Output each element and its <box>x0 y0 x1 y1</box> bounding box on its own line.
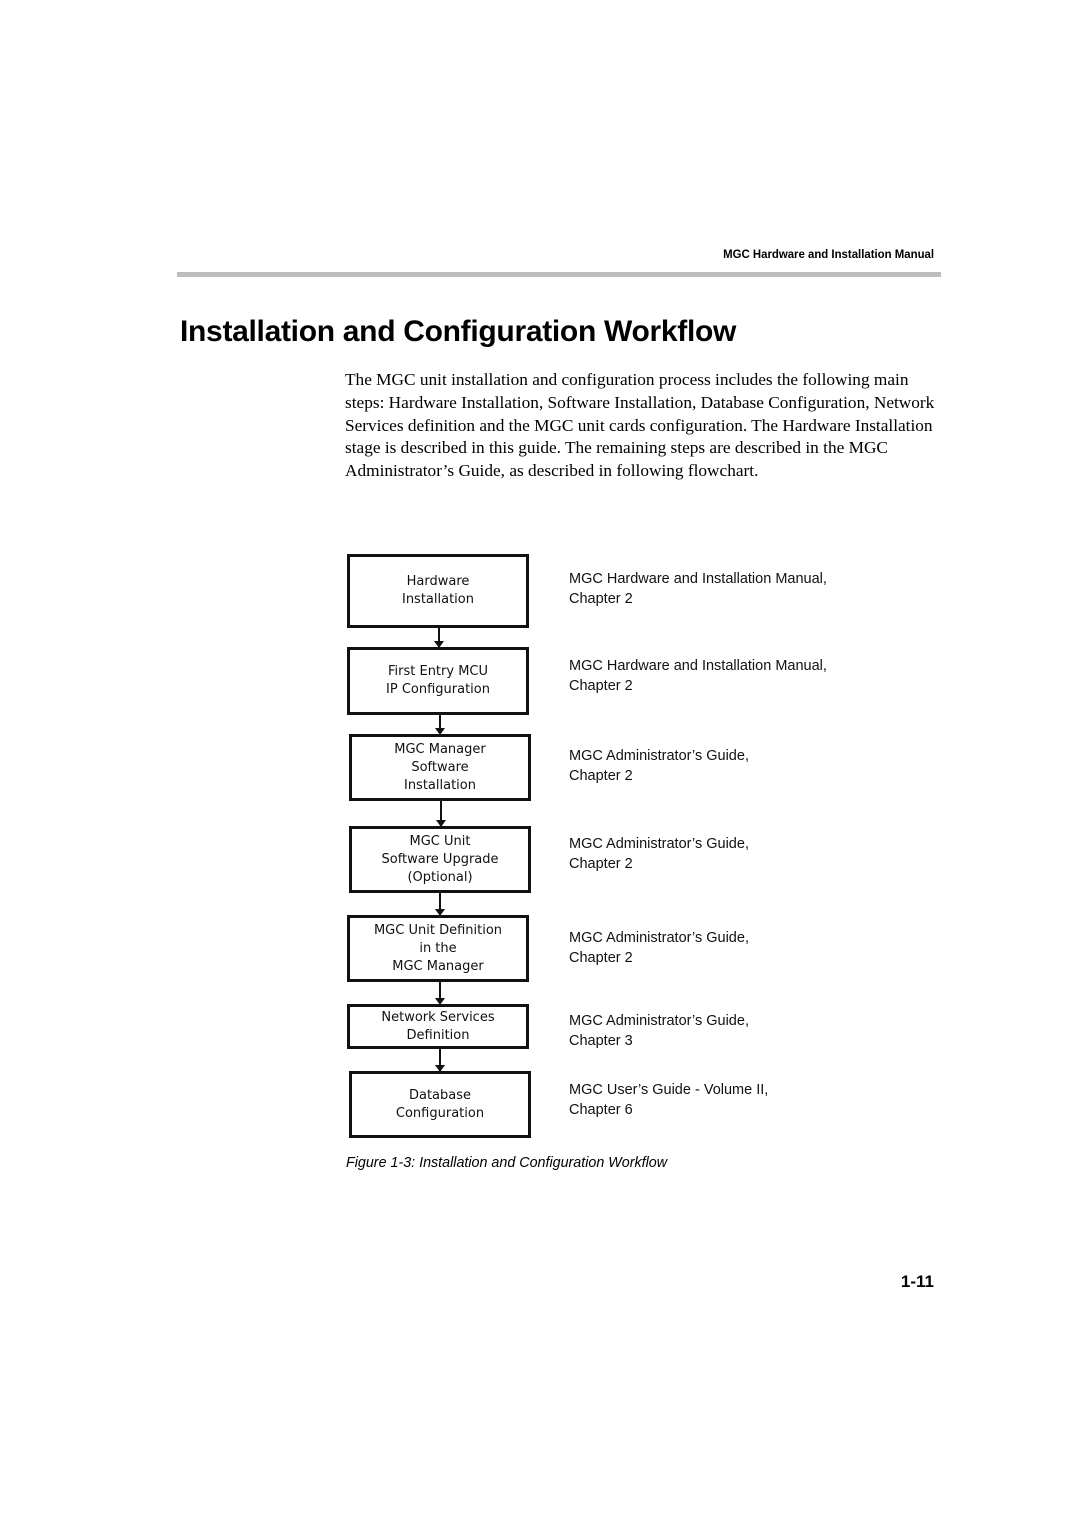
header-rule <box>177 272 941 277</box>
reference-doc: MGC Administrator’s Guide, <box>569 1013 749 1029</box>
step-reference: MGC Administrator’s Guide, Chapter 2 <box>569 928 749 968</box>
figure-caption: Figure 1-3: Installation and Configurati… <box>346 1155 668 1171</box>
flow-arrow <box>435 1049 445 1072</box>
reference-chapter: Chapter 6 <box>569 1102 633 1118</box>
reference-doc: MGC Administrator’s Guide, <box>569 836 749 852</box>
step-reference: MGC Administrator’s Guide, Chapter 3 <box>569 1011 749 1051</box>
step-reference: MGC User’s Guide - Volume II, Chapter 6 <box>569 1080 768 1120</box>
flow-step-database-config: Database Configuration <box>349 1071 531 1138</box>
step-reference: MGC Administrator’s Guide, Chapter 2 <box>569 746 749 786</box>
step-text: Installation <box>401 592 474 607</box>
reference-chapter: Chapter 2 <box>569 678 633 694</box>
step-text: First Entry MCU <box>387 664 489 679</box>
section-title: Installation and Configuration Workflow <box>180 315 737 348</box>
step-text: MGC Unit Definition <box>373 922 503 938</box>
step-text: Software Upgrade <box>381 851 499 867</box>
page-number: 1-11 <box>900 1272 934 1291</box>
step-text: in the <box>419 940 457 956</box>
reference-doc: MGC Hardware and Installation Manual, <box>569 571 827 587</box>
step-reference: MGC Hardware and Installation Manual, Ch… <box>569 656 827 696</box>
reference-chapter: Chapter 2 <box>569 591 633 607</box>
flow-step-manager-software-install: MGC Manager Software Installation <box>349 734 531 801</box>
step-text: IP Configuration <box>386 682 490 697</box>
intro-paragraph: The MGC unit installation and configurat… <box>345 370 935 481</box>
flow-arrow <box>435 715 445 735</box>
flow-step-network-services: Network Services Definition <box>347 1004 529 1049</box>
step-text: Network Services <box>381 1009 495 1025</box>
reference-doc: MGC User’s Guide - Volume II, <box>569 1082 769 1098</box>
step-text: (Optional) <box>407 869 473 885</box>
reference-doc: MGC Hardware and Installation Manual, <box>569 658 827 674</box>
reference-chapter: Chapter 2 <box>569 950 633 966</box>
reference-chapter: Chapter 2 <box>569 856 633 872</box>
flow-step-unit-definition: MGC Unit Definition in the MGC Manager <box>347 915 529 982</box>
flow-step-hardware-installation: Hardware Installation <box>347 554 529 628</box>
reference-doc: MGC Administrator’s Guide, <box>569 748 749 764</box>
workflow-flowchart: Hardware Installation First Entry MCU IP… <box>0 0 1080 1528</box>
flow-arrow <box>435 893 445 916</box>
step-text: MGC Manager <box>394 741 486 757</box>
step-text: Database <box>408 1087 472 1103</box>
reference-doc: MGC Administrator’s Guide, <box>569 930 749 946</box>
step-text: Definition <box>406 1027 470 1043</box>
step-reference: MGC Hardware and Installation Manual, Ch… <box>569 569 827 609</box>
step-text: Installation <box>403 777 476 793</box>
flow-arrow <box>435 982 445 1005</box>
flow-step-first-entry-ip-config: First Entry MCU IP Configuration <box>347 647 529 715</box>
flow-step-unit-software-upgrade: MGC Unit Software Upgrade (Optional) <box>349 826 531 893</box>
step-text: Software <box>411 759 469 775</box>
reference-chapter: Chapter 3 <box>569 1033 633 1049</box>
step-text: MGC Manager <box>392 958 484 974</box>
reference-chapter: Chapter 2 <box>569 768 633 784</box>
step-text: MGC Unit <box>409 833 471 849</box>
flow-arrow <box>436 801 446 827</box>
step-reference: MGC Administrator’s Guide, Chapter 2 <box>569 834 749 874</box>
flow-arrow <box>434 628 444 648</box>
step-text: Configuration <box>395 1105 485 1121</box>
step-text: Hardware <box>406 574 470 589</box>
running-header: MGC Hardware and Installation Manual <box>723 247 934 261</box>
